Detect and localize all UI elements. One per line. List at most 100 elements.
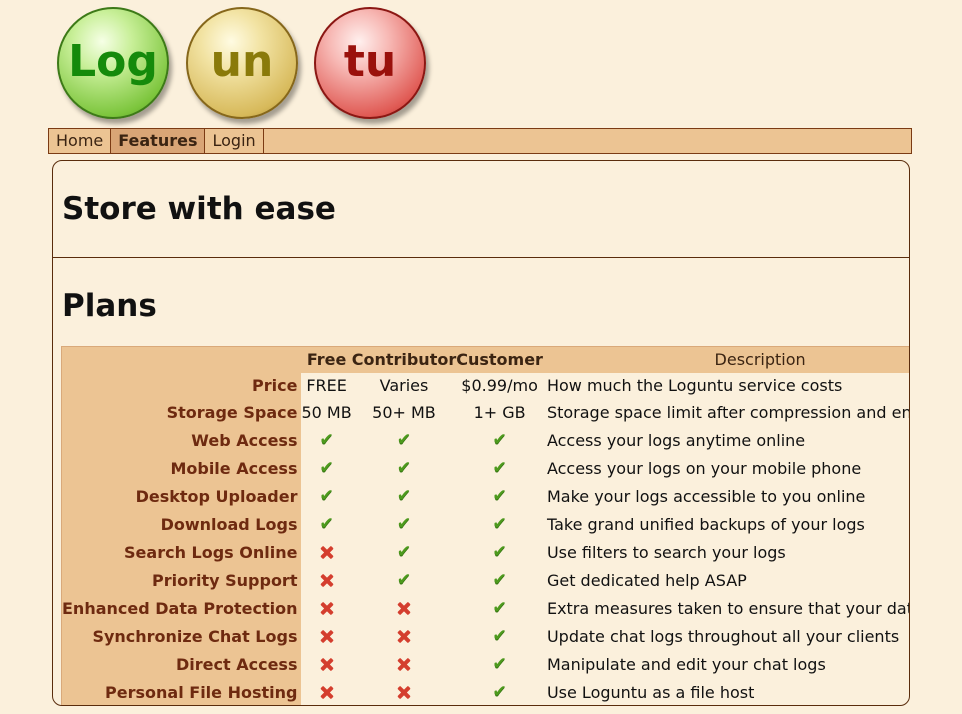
contributor-value: Varies	[379, 376, 429, 395]
contributor-check-icon: ✔	[352, 454, 457, 482]
contributor-cross-icon	[352, 622, 457, 650]
nav-features[interactable]: Features	[111, 129, 206, 153]
free-cross-icon	[301, 678, 351, 705]
table-row: Desktop Uploader ✔ ✔ ✔ Make your logs access…	[61, 482, 910, 510]
nav-home[interactable]: Home	[49, 129, 112, 153]
cross-icon	[320, 574, 333, 587]
check-icon: ✔	[492, 682, 507, 702]
feature-label: Price	[61, 373, 302, 399]
check-icon: ✔	[492, 570, 507, 590]
contributor-check-icon: ✔	[352, 510, 457, 538]
feature-description: Take grand unified backups of your logs	[546, 514, 865, 534]
feature-label: Personal File Hosting	[61, 678, 302, 705]
free-cross-icon	[301, 594, 351, 622]
table-row: Direct Access ✔ Manipulate and edit your c…	[61, 650, 910, 678]
header-description: Description	[542, 346, 909, 373]
table-row: Web Access ✔ ✔ ✔ Access your logs anytime on…	[61, 426, 910, 454]
table-row: Mobile Access ✔ ✔ ✔ Access your logs on your…	[61, 454, 910, 482]
contributor-check-icon: ✔	[352, 426, 457, 454]
nav-login[interactable]: Login	[205, 129, 264, 153]
logo[interactable]: Log un tu	[57, 7, 437, 123]
feature-description: Manipulate and edit your chat logs	[546, 654, 826, 674]
header-corner	[61, 346, 302, 373]
check-icon: ✔	[492, 654, 507, 674]
feature-description: Access your logs on your mobile phone	[546, 458, 862, 478]
feature-description: Use Loguntu as a file host	[546, 682, 755, 702]
cross-icon	[320, 630, 333, 643]
main-nav: Home Features Login	[48, 128, 912, 154]
feature-label: Priority Support	[61, 566, 302, 594]
free-cross-icon	[301, 650, 351, 678]
free-check-icon: ✔	[301, 454, 351, 482]
check-icon: ✔	[492, 430, 507, 450]
free-check-icon: ✔	[301, 510, 351, 538]
contributor-check-icon: ✔	[352, 482, 457, 510]
customer-check-icon: ✔	[456, 566, 543, 594]
contributor-cross-icon	[352, 678, 457, 705]
cross-icon	[320, 658, 333, 671]
table-row: Storage Space 50 MB 50+ MB 1+ GB Storage spa…	[61, 399, 910, 426]
table-row: Search Logs Online ✔ ✔ Use filters to searc…	[61, 538, 910, 566]
logo-ball-gold: un	[186, 7, 298, 119]
feature-label: Storage Space	[61, 399, 302, 426]
header-customer: Customer	[456, 346, 543, 373]
free-value: FREE	[306, 376, 347, 395]
check-icon: ✔	[396, 570, 412, 590]
customer-value: 1+ GB	[473, 403, 526, 422]
check-icon: ✔	[319, 514, 334, 534]
feature-description: Update chat logs throughout all your cli…	[546, 626, 900, 646]
feature-description: Use filters to search your logs	[546, 542, 786, 562]
customer-check-icon: ✔	[456, 622, 543, 650]
table-row: Download Logs ✔ ✔ ✔ Take grand unified backu…	[61, 510, 910, 538]
feature-label: Download Logs	[61, 510, 302, 538]
feature-label: Mobile Access	[61, 454, 302, 482]
plans-heading: Plans	[62, 288, 157, 324]
customer-check-icon: ✔	[456, 594, 543, 622]
check-icon: ✔	[492, 458, 507, 478]
feature-label: Synchronize Chat Logs	[61, 622, 302, 650]
check-icon: ✔	[492, 486, 507, 506]
contributor-value: 50+ MB	[372, 403, 436, 422]
check-icon: ✔	[396, 542, 412, 562]
header-free: Free	[301, 346, 352, 373]
check-icon: ✔	[319, 486, 334, 506]
feature-description: Storage space limit after compression an…	[546, 403, 910, 422]
check-icon: ✔	[396, 514, 412, 534]
header-contributor: Contributor	[351, 346, 457, 373]
logo-ball-red: tu	[314, 7, 426, 119]
contributor-check-icon: ✔	[352, 566, 457, 594]
check-icon: ✔	[396, 430, 412, 450]
table-row: Personal File Hosting ✔ Use Loguntu as a f…	[61, 678, 910, 705]
customer-check-icon: ✔	[456, 650, 543, 678]
check-icon: ✔	[492, 542, 507, 562]
cross-icon	[397, 686, 410, 699]
logo-ball-green: Log	[57, 7, 169, 119]
cross-icon	[320, 546, 333, 559]
feature-label: Direct Access	[61, 650, 302, 678]
cross-icon	[320, 686, 333, 699]
free-check-icon: ✔	[301, 482, 351, 510]
check-icon: ✔	[492, 514, 507, 534]
feature-label: Search Logs Online	[61, 538, 302, 566]
customer-value: $0.99/mo	[461, 376, 538, 395]
feature-description: Get dedicated help ASAP	[546, 570, 747, 590]
table-row: Priority Support ✔ ✔ Get dedicated help ASA…	[61, 566, 910, 594]
store-heading: Store with ease	[62, 191, 336, 227]
free-cross-icon	[301, 566, 351, 594]
free-cross-icon	[301, 622, 351, 650]
customer-check-icon: ✔	[456, 454, 543, 482]
free-value: 50 MB	[301, 403, 352, 422]
plans-table: Free Contributor Customer Description Pr…	[61, 346, 910, 705]
customer-check-icon: ✔	[456, 538, 543, 566]
table-header-row: Free Contributor Customer Description	[61, 346, 909, 373]
feature-description: How much the Loguntu service costs	[546, 376, 843, 395]
free-cross-icon	[301, 538, 351, 566]
check-icon: ✔	[396, 458, 412, 478]
logo-text-2: un	[210, 35, 274, 87]
customer-check-icon: ✔	[456, 426, 543, 454]
contributor-cross-icon	[352, 594, 457, 622]
feature-description: Make your logs accessible to you online	[546, 486, 866, 506]
table-row: Enhanced Data Protection ✔ Extra measures …	[61, 594, 909, 622]
section-divider	[53, 257, 909, 258]
logo-text-1: Log	[68, 35, 158, 87]
